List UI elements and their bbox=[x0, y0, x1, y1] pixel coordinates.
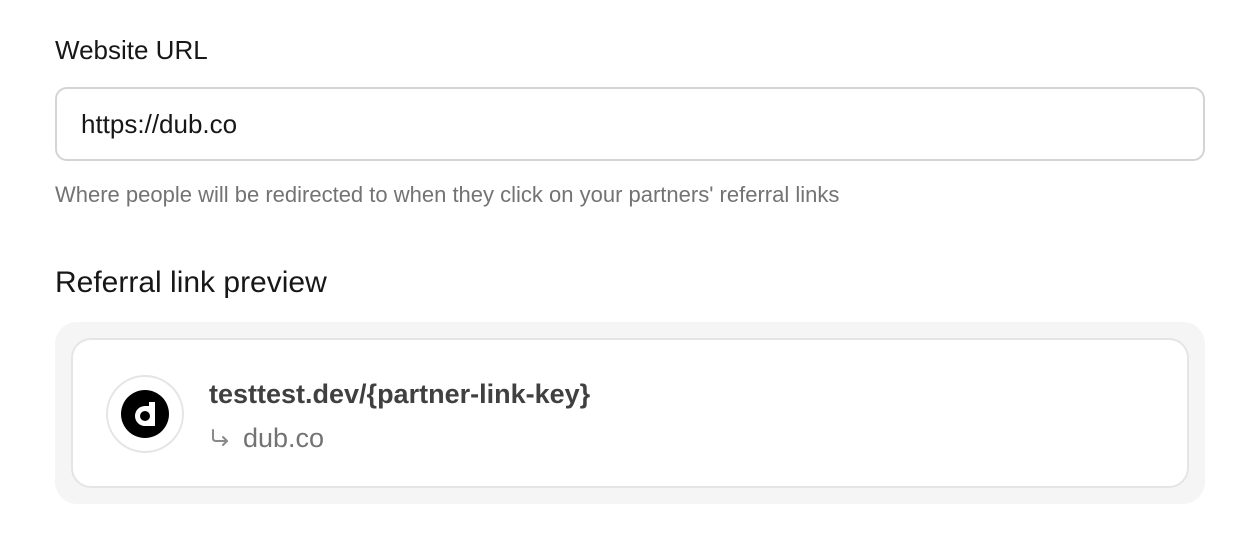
corner-down-right-arrow-icon bbox=[209, 427, 231, 449]
website-url-help-text: Where people will be redirected to when … bbox=[55, 182, 840, 207]
referral-link-preview-title: Referral link preview bbox=[55, 266, 327, 299]
referral-link-preview-card: testtest.dev/{partner-link-key} dub.co bbox=[71, 338, 1189, 488]
referral-destination-row: dub.co bbox=[209, 420, 324, 456]
website-url-input[interactable] bbox=[55, 87, 1205, 161]
dub-logo-mark bbox=[121, 390, 169, 438]
referral-destination-url: dub.co bbox=[243, 423, 325, 453]
referral-link-preview-container: testtest.dev/{partner-link-key} dub.co bbox=[55, 322, 1205, 504]
website-url-label: Website URL bbox=[55, 35, 208, 65]
referral-short-link: testtest.dev/{partner-link-key} bbox=[209, 379, 591, 409]
dub-logo-icon bbox=[106, 375, 184, 453]
